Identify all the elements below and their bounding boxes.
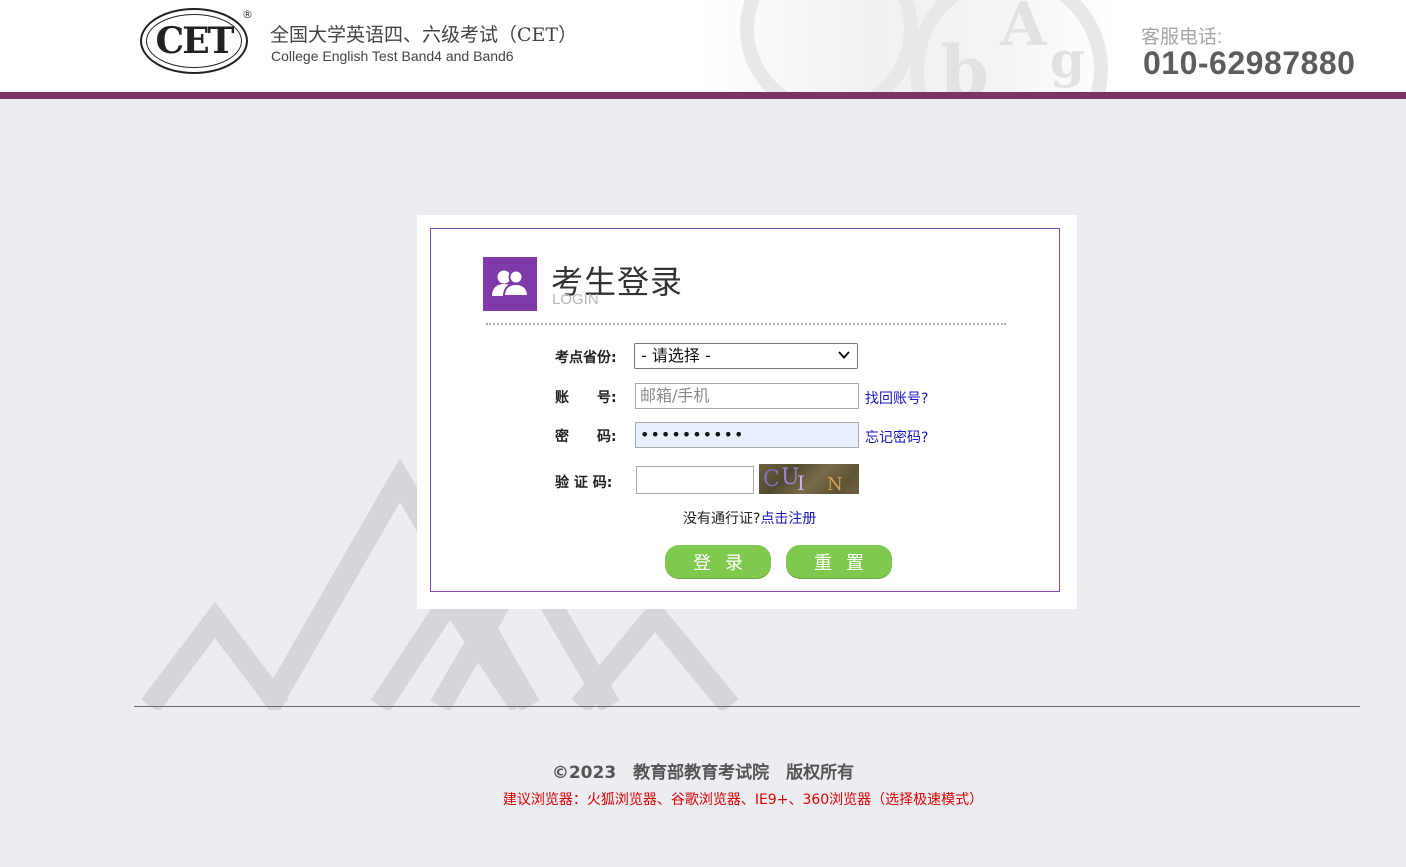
login-button[interactable]: 登录 [665,545,771,578]
svg-text:I: I [797,471,805,494]
divider [486,323,1006,325]
find-account-link[interactable]: 找回账号? [865,388,928,408]
register-link[interactable]: 点击注册 [760,511,816,527]
copyright-text: ©2023 教育部教育考试院 版权所有 [551,763,855,783]
province-label: 考点省份: [555,350,617,366]
login-card-inner: 考生登录 LOGIN 考点省份: - 请选择 - 账 号: 邮箱/手机 找回账号… [430,228,1060,592]
svg-text:C: C [763,467,780,492]
users-icon [483,257,537,311]
captcha-label: 验 证 码: [555,475,613,491]
header-decoration: A b g [700,0,1120,92]
password-value: •••••••••• [640,425,745,444]
password-label: 密 码: [555,429,617,445]
login-subtitle: LOGIN [552,291,599,308]
header-accent-bar [0,92,1406,99]
forgot-password-link[interactable]: 忘记密码? [865,427,928,447]
account-label: 账 号: [555,390,617,406]
service-phone-number: 010-62987880 [1143,45,1356,81]
account-placeholder: 邮箱/手机 [640,386,710,405]
captcha-image[interactable]: C U I N [759,464,859,495]
footer-divider [134,706,1360,707]
site-title-cn: 全国大学英语四、六级考试（CET） [270,24,578,46]
province-selected-value: - 请选择 - [641,346,711,365]
browser-tip: 建议浏览器：火狐浏览器、谷歌浏览器、IE9+、360浏览器（选择极速模式） [0,789,1406,809]
cet-logo: CET [140,8,248,74]
chevron-down-icon [837,347,851,367]
login-card: 考生登录 LOGIN 考点省份: - 请选择 - 账 号: 邮箱/手机 找回账号… [417,215,1077,609]
svg-text:N: N [827,474,843,494]
password-input[interactable]: •••••••••• [635,422,859,448]
captcha-input[interactable] [636,466,754,494]
site-title-en: College English Test Band4 and Band6 [271,48,514,64]
reset-button[interactable]: 重置 [786,545,892,578]
province-select[interactable]: - 请选择 - [634,343,858,369]
browser-tip-text: 建议浏览器：火狐浏览器、谷歌浏览器、IE9+、360浏览器（选择极速模式） [502,792,984,808]
registered-mark: ® [242,8,253,21]
header: A b g CET ® 全国大学英语四、六级考试（CET） College En… [0,0,1406,92]
account-input[interactable]: 邮箱/手机 [635,383,859,409]
register-prompt: 没有通行证?点击注册 [683,508,816,528]
no-pass-text: 没有通行证? [683,511,761,527]
